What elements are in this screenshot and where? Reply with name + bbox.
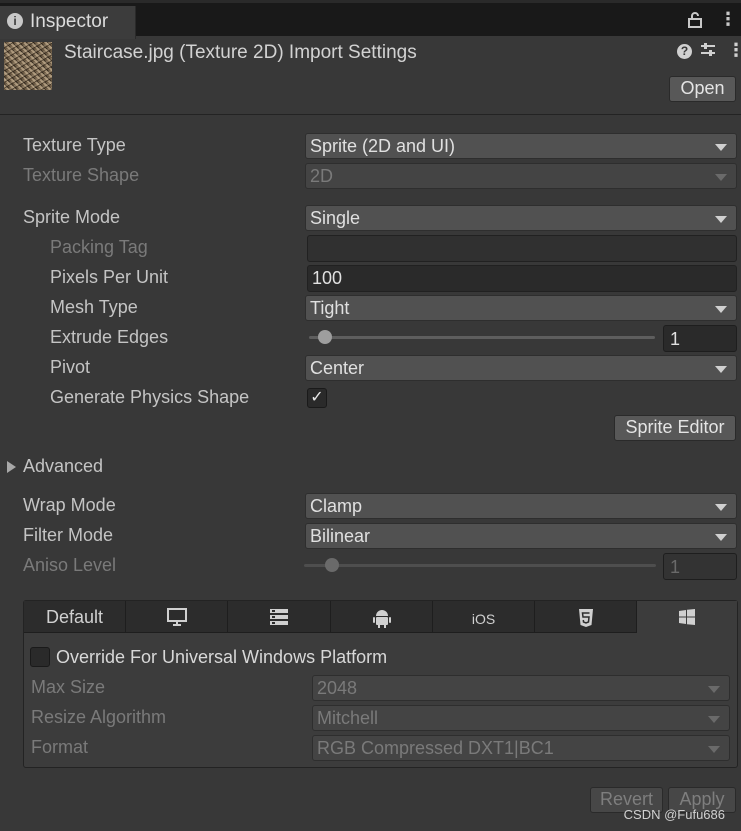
- texture-shape-value: 2D: [310, 166, 334, 186]
- import-settings-title: Staircase.jpg (Texture 2D) Import Settin…: [64, 42, 417, 63]
- chevron-down-icon: [715, 366, 727, 373]
- tab-platform-standalone[interactable]: [126, 601, 228, 633]
- windows-icon: [678, 608, 696, 629]
- filter-mode-dropdown[interactable]: Bilinear: [305, 523, 737, 549]
- aniso-level-slider-handle: [325, 558, 339, 572]
- max-size-label: Max Size: [31, 677, 106, 697]
- context-menu-icon[interactable]: ⋮: [727, 40, 741, 61]
- resize-algorithm-label: Resize Algorithm: [31, 707, 167, 727]
- open-button[interactable]: Open: [669, 76, 736, 102]
- filter-mode-label: Filter Mode: [23, 525, 114, 545]
- texture-shape-dropdown: 2D: [305, 163, 737, 189]
- tab-inspector[interactable]: i Inspector: [0, 6, 136, 39]
- sprite-mode-value: Single: [310, 208, 361, 228]
- packing-tag-label: Packing Tag: [50, 237, 148, 257]
- pixels-per-unit-label: Pixels Per Unit: [50, 267, 169, 287]
- max-size-dropdown: 2048: [312, 675, 730, 701]
- watermark-text: CSDN @Fufu686: [623, 807, 725, 822]
- generate-physics-shape-label: Generate Physics Shape: [50, 387, 250, 407]
- texture-type-label: Texture Type: [23, 135, 126, 155]
- format-value: RGB Compressed DXT1|BC1: [317, 738, 554, 758]
- pixels-per-unit-value: 100: [312, 268, 343, 288]
- texture-shape-label: Texture Shape: [23, 165, 140, 185]
- extrude-edges-field[interactable]: 1: [663, 325, 737, 352]
- android-icon: [372, 608, 391, 631]
- aniso-level-field: 1: [663, 553, 737, 580]
- texture-type-value: Sprite (2D and UI): [310, 136, 456, 156]
- pivot-dropdown[interactable]: Center: [305, 355, 737, 381]
- tab-platform-default-label: Default: [45, 607, 104, 627]
- tab-menu-icon[interactable]: ⋮: [719, 9, 737, 30]
- lock-icon[interactable]: [688, 12, 702, 33]
- max-size-value: 2048: [317, 678, 358, 698]
- server-icon: [269, 608, 289, 629]
- pivot-value: Center: [310, 358, 365, 378]
- aniso-level-slider-track: [304, 564, 656, 567]
- wrap-mode-label: Wrap Mode: [23, 495, 116, 515]
- monitor-icon: [166, 608, 187, 629]
- chevron-down-icon: [708, 716, 720, 723]
- tab-platform-default[interactable]: Default: [24, 601, 126, 633]
- sprite-editor-button[interactable]: Sprite Editor: [614, 415, 736, 441]
- tab-platform-server[interactable]: [228, 601, 331, 633]
- filter-mode-value: Bilinear: [310, 526, 371, 546]
- override-checkbox[interactable]: [30, 647, 50, 667]
- inspector-header: Staircase.jpg (Texture 2D) Import Settin…: [0, 36, 741, 106]
- mesh-type-label: Mesh Type: [50, 297, 138, 317]
- chevron-down-icon: [708, 686, 720, 693]
- chevron-down-icon: [715, 534, 727, 541]
- advanced-foldout[interactable]: Advanced: [23, 456, 103, 477]
- chevron-down-icon: [715, 216, 727, 223]
- sprite-mode-dropdown[interactable]: Single: [305, 205, 737, 231]
- extrude-edges-value: 1: [670, 329, 681, 349]
- tab-inspector-label: Inspector: [30, 11, 109, 32]
- override-label: Override For Universal Windows Platform: [56, 647, 388, 667]
- extrude-edges-slider-track[interactable]: [309, 336, 655, 339]
- resize-algorithm-dropdown: Mitchell: [312, 705, 730, 731]
- pivot-label: Pivot: [50, 357, 91, 377]
- resize-algorithm-value: Mitchell: [317, 708, 379, 728]
- wrap-mode-value: Clamp: [310, 496, 363, 516]
- texture-thumbnail: [4, 42, 52, 90]
- tab-platform-windows[interactable]: [637, 601, 737, 633]
- preset-icon[interactable]: [700, 42, 716, 63]
- chevron-down-icon: [715, 306, 727, 313]
- info-icon: i: [7, 13, 23, 29]
- chevron-down-icon: [715, 504, 727, 511]
- chevron-down-icon: [708, 746, 720, 753]
- window-tab-bar: i Inspector ⋮: [0, 0, 741, 39]
- header-divider: [0, 114, 741, 115]
- tab-platform-webgl[interactable]: [535, 601, 637, 633]
- packing-tag-field: [307, 235, 737, 262]
- help-icon[interactable]: ?: [677, 44, 692, 59]
- aniso-level-value: 1: [670, 557, 681, 577]
- texture-type-dropdown[interactable]: Sprite (2D and UI): [305, 133, 737, 159]
- foldout-arrow-icon[interactable]: [7, 461, 16, 473]
- pixels-per-unit-field[interactable]: 100: [307, 265, 737, 292]
- chevron-down-icon: [715, 174, 727, 181]
- format-dropdown: RGB Compressed DXT1|BC1: [312, 735, 730, 761]
- tab-platform-ios[interactable]: iOS: [433, 601, 535, 633]
- format-label: Format: [31, 737, 89, 757]
- mesh-type-value: Tight: [310, 298, 350, 318]
- aniso-level-label: Aniso Level: [23, 555, 117, 575]
- extrude-edges-slider-handle[interactable]: [318, 330, 332, 344]
- extrude-edges-label: Extrude Edges: [50, 327, 169, 347]
- wrap-mode-dropdown[interactable]: Clamp: [305, 493, 737, 519]
- generate-physics-shape-checkbox[interactable]: ✓: [307, 388, 327, 408]
- tab-platform-android[interactable]: [331, 601, 433, 633]
- tab-platform-ios-label: iOS: [471, 611, 496, 627]
- mesh-type-dropdown[interactable]: Tight: [305, 295, 737, 321]
- sprite-mode-label: Sprite Mode: [23, 207, 121, 227]
- platform-tabs: Default iOS: [24, 601, 737, 633]
- html5-icon: [578, 608, 594, 631]
- chevron-down-icon: [715, 144, 727, 151]
